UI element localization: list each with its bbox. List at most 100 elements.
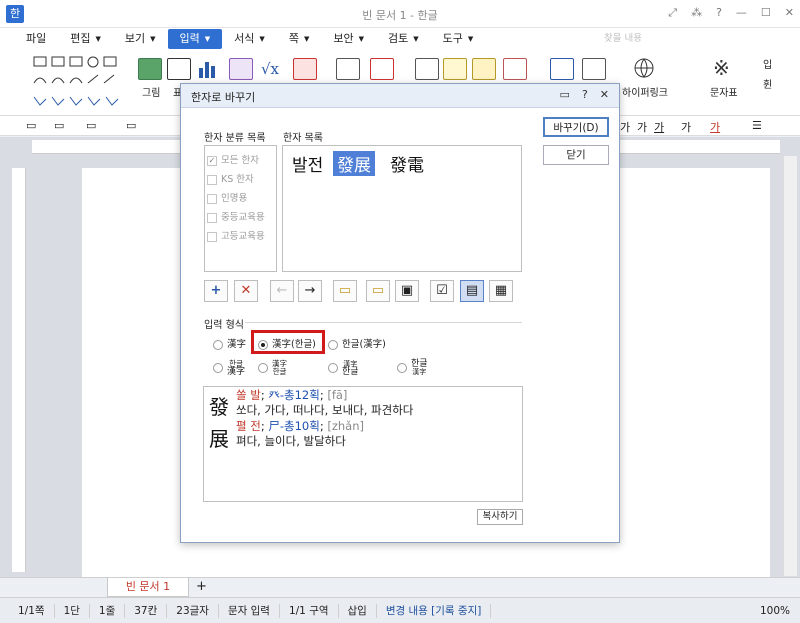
form-icon[interactable] (336, 58, 360, 80)
close-icon[interactable]: ✕ (785, 6, 794, 20)
menu-tools[interactable]: 도구 ▼ (431, 29, 486, 49)
checklist-icon[interactable]: ☑ (430, 280, 454, 302)
document-tabs-bar: 빈 문서 1 + (0, 577, 800, 597)
document-tab[interactable]: 빈 문서 1 (107, 578, 189, 597)
underline-button[interactable]: 가 (654, 119, 664, 135)
picture-label: 그림 (142, 88, 161, 99)
memo-icon[interactable] (415, 58, 439, 80)
close-button[interactable]: 닫기 (543, 145, 609, 165)
definition-char-1: 發 (209, 395, 229, 419)
menu-view[interactable]: 보기 ▼ (113, 29, 168, 49)
picture-icon[interactable] (138, 58, 162, 80)
ole-icon[interactable] (293, 58, 317, 80)
vertical-scrollbar[interactable] (783, 156, 797, 576)
radio-ruby-hangul-top[interactable]: 한글 漢字 (213, 360, 245, 377)
bold-button[interactable]: 가 (620, 119, 630, 135)
symbol-label: 문자표 (710, 88, 738, 99)
add-icon[interactable]: + (204, 280, 228, 302)
symbol-icon[interactable]: ※ (711, 56, 735, 80)
fullscreen-icon[interactable]: ⤢ (668, 6, 677, 20)
dialog-close-icon[interactable]: ✕ (600, 88, 609, 101)
open-icon[interactable]: ▭ (54, 119, 64, 132)
hyperlink-icon[interactable] (632, 56, 656, 80)
grid-icon[interactable]: ▦ (489, 280, 513, 302)
dialog-title-bar: 한자로 바꾸기 ▭ ? ✕ (181, 84, 619, 108)
status-track-changes[interactable]: 변경 내용 [기록 중지] (377, 603, 492, 618)
align-icon[interactable]: ☰ (752, 119, 762, 132)
dialog-help-icon[interactable]: ? (582, 88, 588, 101)
dialog-shrink-icon[interactable]: ▭ (560, 88, 570, 101)
radio-hangul-hanja[interactable]: 한글(漢字) (328, 336, 386, 350)
menu-insert[interactable]: 입력 ▼ (167, 29, 223, 49)
dialog-controls: ▭ ? ✕ (560, 88, 609, 101)
search-input[interactable]: 찾을 내용 (560, 31, 730, 46)
check-icon: ✓ (207, 155, 217, 166)
status-input-mode: 문자 입력 (219, 603, 280, 618)
convert-icon[interactable]: ▤ (460, 280, 484, 302)
category-ks[interactable]: KS 한자 (207, 171, 254, 185)
title-bar: 한 빈 문서 1 - 한글 ⤢ ⁂ ? — ☐ ✕ (0, 0, 800, 28)
definition-1-head: 쏠 발; 癶-총12획; [fā] (236, 388, 348, 402)
menu-bar: 파일 편집 ▼ 보기 ▼ 입력 ▼ 서식 ▼ 쪽 ▼ 보안 ▼ 검토 ▼ 도구 ▼ 찾을 내용 (0, 28, 800, 50)
shapes-gallery-icon[interactable] (30, 55, 130, 113)
definition-2-meaning: 펴다, 늘이다, 발달하다 (236, 434, 346, 448)
wordart-icon[interactable] (229, 58, 253, 80)
highlight-box (251, 330, 325, 354)
menu-format[interactable]: 서식 ▼ (222, 29, 277, 49)
cross-reference-icon[interactable] (582, 58, 606, 80)
font-color-button[interactable]: 가 (710, 119, 720, 135)
radio-ruby-hangul-small[interactable]: 한글 漢字 (397, 360, 428, 376)
category-high-school[interactable]: 고등교육용 (207, 228, 265, 242)
copy-button[interactable]: 복사하기 (477, 509, 523, 525)
folder-icon[interactable]: ▭ (366, 280, 390, 302)
help-icon[interactable]: ? (716, 6, 722, 20)
category-name[interactable]: 인명용 (207, 190, 247, 204)
menu-page[interactable]: 쪽 ▼ (277, 29, 322, 49)
svg-text:√x: √x (261, 60, 280, 78)
note-icon[interactable] (472, 58, 496, 80)
save-icon[interactable]: ▭ (86, 119, 96, 132)
zoom-level[interactable]: 100% (760, 605, 790, 617)
hyperlink-label: 하이퍼링크 (622, 88, 668, 99)
category-middle-school[interactable]: 중등교육용 (207, 209, 265, 223)
replace-button[interactable]: 바꾸기(D) (543, 117, 609, 137)
currency-icon[interactable] (503, 58, 527, 80)
forward-arrow-icon[interactable]: → (298, 280, 322, 302)
new-doc-icon[interactable]: ▭ (26, 119, 36, 132)
add-tab-icon[interactable]: + (196, 579, 207, 594)
menu-edit[interactable]: 편집 ▼ (58, 29, 113, 49)
radio-ruby-hanja-top[interactable]: 漢字 한글 (258, 360, 287, 376)
minimize-icon[interactable]: — (736, 6, 747, 20)
chart-icon[interactable] (197, 58, 219, 80)
footnote-icon[interactable] (443, 58, 467, 80)
table-icon[interactable] (167, 58, 191, 80)
menu-file[interactable]: 파일 (14, 29, 58, 49)
save-icon[interactable]: ▣ (395, 280, 419, 302)
bookmark-icon[interactable] (550, 58, 574, 80)
status-column: 1단 (55, 603, 90, 618)
strikethrough-button[interactable]: 가 (681, 119, 691, 135)
delete-icon[interactable]: ✕ (234, 280, 258, 302)
maximize-icon[interactable]: ☐ (761, 6, 771, 20)
connect-icon[interactable]: ⁂ (691, 6, 702, 20)
radio-ruby-hanja-small[interactable]: 漢字 한글 (328, 360, 359, 377)
folder-open-icon[interactable]: ▭ (333, 280, 357, 302)
equation-icon[interactable]: √x (260, 58, 286, 80)
category-all[interactable]: ✓ 모든 한자 (207, 152, 259, 166)
status-insert-mode[interactable]: 삽입 (339, 603, 377, 618)
hanja-option[interactable]: 發電 (390, 151, 424, 176)
svg-text:※: ※ (713, 56, 730, 80)
category-list-label: 한자 분류 목록 (204, 133, 266, 144)
hanja-list-label: 한자 목록 (283, 133, 323, 144)
dialog-title: 한자로 바꾸기 (191, 91, 256, 104)
vertical-ruler (12, 168, 26, 572)
textbox-icon[interactable] (370, 58, 394, 80)
print-icon[interactable]: ▭ (126, 119, 136, 132)
back-arrow-icon[interactable]: ← (270, 280, 294, 302)
menu-security[interactable]: 보안 ▼ (321, 29, 376, 49)
italic-button[interactable]: 가 (637, 119, 647, 135)
radio-hanja[interactable]: 漢字 (213, 336, 246, 350)
menu-review[interactable]: 검토 ▼ (376, 29, 431, 49)
status-line: 1줄 (90, 603, 126, 618)
hanja-option-selected[interactable]: 發展 (333, 151, 375, 176)
